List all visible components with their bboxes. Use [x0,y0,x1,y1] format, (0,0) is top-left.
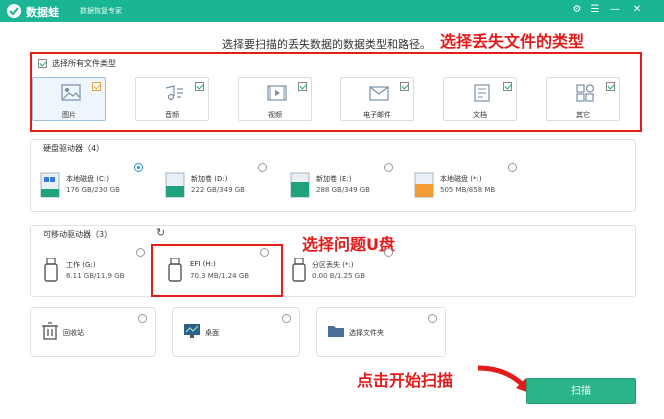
select-all-checkbox[interactable] [38,59,47,68]
location-label: 回收站 [63,329,84,337]
app-subtitle: 数据恢复专家 [80,7,122,15]
drive-g-radio[interactable] [136,248,145,257]
settings-icon[interactable]: ⚙ [570,3,584,17]
annotation-start-scan: 点击开始扫描 [357,371,454,390]
type-card-other[interactable]: 其它 [546,77,620,121]
drive-size: 6.11 GB/11.9 GB [66,272,125,280]
document-icon [474,84,490,102]
select-folder-radio[interactable] [428,314,437,323]
location-recycle-bin[interactable]: 回收站 [30,307,156,357]
drive-d-radio[interactable] [258,163,267,172]
app-logo-icon [7,4,21,18]
drive-name: 新加卷 (E:) [316,175,352,183]
hard-drives-title: 硬盘驱动器（4） [43,144,105,153]
drive-name: 本地磁盘 (*:) [440,175,482,183]
select-all-types[interactable]: 选择所有文件类型 [38,58,116,69]
drive-name: 新加卷 (D:) [191,175,228,183]
drive-name: 本地磁盘 (C:) [66,175,109,183]
type-label: 图片 [62,111,76,119]
folder-icon [328,326,344,337]
type-label: 电子邮件 [363,111,391,119]
drive-size: 176 GB/230 GB [66,186,120,194]
usb-drive-icon [44,258,58,282]
desktop-radio[interactable] [282,314,291,323]
type-label: 文档 [473,111,487,119]
location-desktop[interactable]: 桌面 [172,307,300,357]
type-card-email[interactable]: 电子邮件 [340,77,414,121]
video-icon [267,85,287,101]
title-bar: 数据蛙 数据恢复专家 ⚙ ☰ — ✕ [0,0,664,22]
drive-size: 0.00 B/1.25 GB [312,272,366,280]
desktop-icon [184,324,200,338]
type-label: 视频 [268,111,282,119]
drive-size: 288 GB/349 GB [316,186,370,194]
scan-button[interactable]: 扫描 [526,378,636,404]
location-label: 选择文件夹 [349,329,384,337]
drive-name: EFI (H:) [190,260,216,268]
close-icon[interactable]: ✕ [630,3,644,17]
instruction-text: 选择要扫描的丢失数据的数据类型和路径。 [222,38,431,51]
drive-e-radio[interactable] [384,163,393,172]
drive-c-radio[interactable] [134,163,143,172]
email-icon [369,86,389,101]
drive-icon [165,172,185,198]
drive-icon [290,172,310,198]
drive-unknown-radio[interactable] [508,163,517,172]
usb-drive-icon [292,258,306,282]
image-icon [61,84,81,101]
recycle-bin-icon [42,322,58,340]
windows-drive-icon [40,172,60,198]
minimize-icon[interactable]: — [608,3,622,17]
removable-drives-title: 可移动驱动器（3） [43,230,113,239]
annotation-types: 选择丢失文件的类型 [440,32,585,51]
type-card-audio[interactable]: 音频 [135,77,209,121]
type-label: 音频 [165,111,179,119]
drive-size: 222 GB/349 GB [191,186,245,194]
usb-drive-icon [168,258,182,282]
image-checkbox[interactable] [92,82,101,91]
drive-icon [414,172,434,198]
audio-checkbox[interactable] [195,82,204,91]
menu-icon[interactable]: ☰ [588,3,602,17]
drive-size: 70.3 MB/1.24 GB [190,272,250,280]
drive-h-radio[interactable] [260,248,269,257]
location-label: 桌面 [205,329,219,337]
annotation-problem-drive: 选择问题U盘 [302,235,395,254]
other-checkbox[interactable] [606,82,615,91]
email-checkbox[interactable] [400,82,409,91]
type-card-image[interactable]: 图片 [32,77,106,121]
recycle-bin-radio[interactable] [138,314,147,323]
drive-name: 分区丢失 (*:) [312,261,354,269]
drive-size: 505 MB/858 MB [440,186,496,194]
refresh-icon[interactable]: ↻ [156,226,165,239]
document-checkbox[interactable] [503,82,512,91]
audio-icon [165,85,183,101]
drive-lost-partition-radio[interactable] [384,248,393,257]
app-name: 数据蛙 [26,6,59,19]
video-checkbox[interactable] [298,82,307,91]
select-all-label: 选择所有文件类型 [52,59,116,68]
location-select-folder[interactable]: 选择文件夹 [316,307,446,357]
drive-name: 工作 (G:) [66,261,96,269]
type-card-document[interactable]: 文档 [443,77,517,121]
type-label: 其它 [576,111,590,119]
type-card-video[interactable]: 视频 [238,77,312,121]
other-icon [576,84,595,102]
